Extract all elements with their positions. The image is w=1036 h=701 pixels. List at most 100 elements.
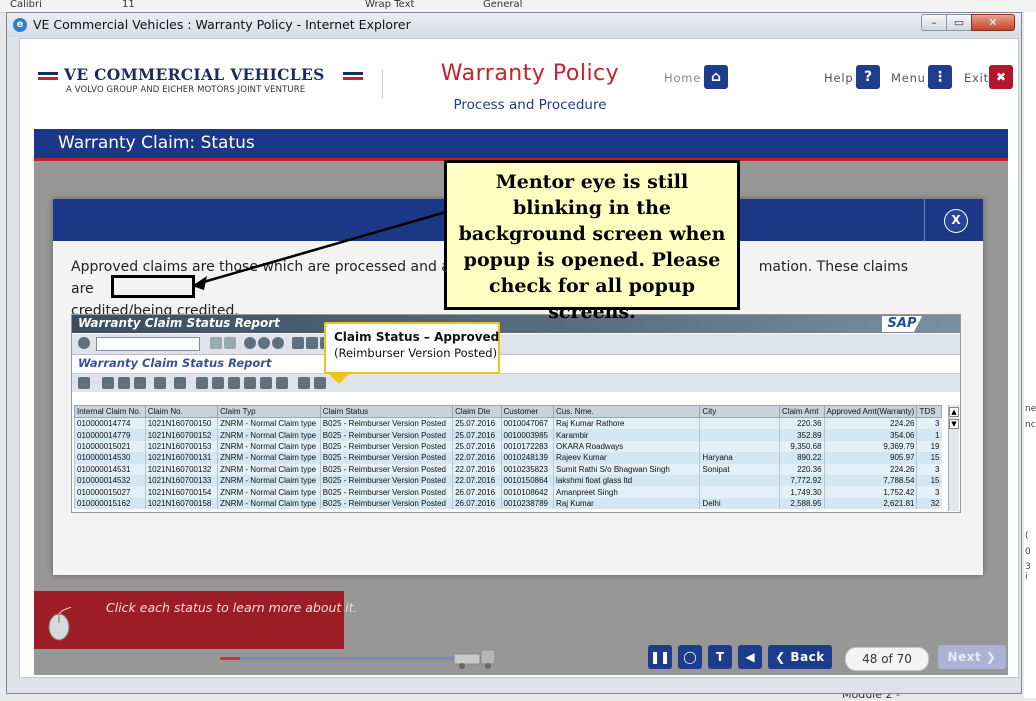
table-cell: 0010003985 [500,429,554,441]
table-row[interactable]: 010000014774 1021N160700150 ZNRM - Normal … [74,417,942,430]
table-cell: 010000014532 [74,474,146,487]
sap-export-icon[interactable] [212,377,224,389]
wrap-text-button[interactable]: Wrap Text [365,0,414,10]
comment-button[interactable]: ◯ [678,645,702,669]
table-cell: 1021N160700133 [144,474,218,487]
menu-label[interactable]: Menu [891,71,926,85]
sap-sum-icon[interactable] [154,377,166,389]
table-row[interactable]: 010000015162 1021N160700158 ZNRM - Normal … [74,497,942,510]
table-cell: OKARA Roadways [553,440,700,453]
sap-spreadsheet-icon[interactable] [244,377,256,389]
column-header[interactable]: Internal Claim No. [74,405,146,418]
edge-text: 3 i [1025,562,1031,582]
sap-enter-icon[interactable] [78,337,90,349]
table-row[interactable]: 010000014779 1021N160700152 ZNRM - Normal … [74,429,942,441]
sap-layout-icon[interactable] [298,377,310,389]
close-window-button[interactable]: ✕ [971,14,1015,31]
table-row[interactable]: 010000015021 1021N160700153 ZNRM - Normal … [74,440,942,453]
pause-button[interactable]: ❚❚ [648,645,672,669]
progress-scrubber[interactable] [220,652,485,666]
table-cell: 9,369.79 [823,440,917,453]
sap-exit-icon[interactable] [258,337,270,349]
column-header[interactable]: Claim Dte [452,405,502,418]
exit-label[interactable]: Exit [964,71,989,85]
truck-icon[interactable] [452,647,500,671]
home-icon[interactable]: ⌂ [704,65,728,89]
sap-filter-icon[interactable] [134,377,146,389]
sap-sort-asc-icon[interactable] [102,377,114,389]
home-label[interactable]: Home [664,71,701,85]
sap-subtotal-icon[interactable] [174,377,186,389]
scroll-up-icon[interactable]: ▲ [949,407,959,417]
header-divider [382,69,383,99]
help-icon[interactable]: ? [856,65,880,89]
table-cell: 2,621.81 [823,497,917,510]
edge-text: 0 [1025,547,1031,557]
table-cell: 7,772.92 [779,474,825,487]
column-header[interactable]: Approved Amt(Warranty) [823,405,918,418]
column-header[interactable]: Claim No. [144,405,219,418]
sap-word-icon[interactable] [228,377,240,389]
table-cell: 224.26 [823,463,917,475]
sap-choose-layout-icon[interactable] [314,377,326,389]
sap-print-preview-icon[interactable] [196,377,208,389]
sap-find-icon[interactable] [306,337,318,349]
back-button[interactable]: ❮ Back [768,645,832,669]
sap-command-field[interactable] [96,337,200,351]
sap-save-icon[interactable] [224,337,236,349]
sap-cancel-icon[interactable] [272,337,284,349]
table-cell: 890.22 [779,452,825,464]
table-cell: ZNRM - Normal Claim type [217,497,321,510]
popup-close-button[interactable]: X [944,209,968,233]
font-size-box[interactable]: 11 [122,0,135,10]
sap-nav-back-icon[interactable] [244,337,256,349]
scroll-down-icon[interactable]: ▼ [949,419,959,429]
exit-icon[interactable]: ✖ [989,65,1013,89]
review-annotation: Mentor eye is still blinking in the back… [444,160,740,323]
table-row[interactable]: 010000015027 1021N160700154 ZNRM - Normal … [74,486,942,498]
help-label[interactable]: Help [824,71,853,85]
minimize-button[interactable]: – [921,14,947,31]
table-scrollbar[interactable]: ▲ ▼ [948,405,959,511]
table-cell: B025 - Reimburser Version Posted [319,417,453,430]
font-name-box[interactable]: Calibri [10,0,42,10]
table-cell: 1 [916,429,942,441]
table-cell: 220.36 [779,463,825,475]
table-cell: 010000015027 [74,486,146,498]
window-titlebar[interactable]: e VE Commercial Vehicles : Warranty Poli… [7,13,1021,37]
column-header[interactable]: Customer [500,405,555,418]
transcript-button[interactable]: T [708,645,732,669]
table-row[interactable]: 010000014530 1021N160700131 ZNRM - Normal … [74,452,942,464]
sap-details-icon[interactable] [78,377,90,389]
column-header[interactable]: Claim Status [319,405,454,418]
table-cell: 352.89 [779,429,825,441]
menu-icon[interactable]: ⋮ [928,65,952,89]
brand-stripes-right-icon [343,72,363,80]
column-header[interactable]: TDS [916,405,942,418]
sap-sort-desc-icon[interactable] [118,377,130,389]
table-cell: B025 - Reimburser Version Posted [319,486,453,498]
table-row[interactable]: 010000014532 1021N160700133 ZNRM - Normal … [74,474,942,487]
sap-print-icon[interactable] [292,337,304,349]
table-row[interactable]: 010000014531 1021N160700132 ZNRM - Normal … [74,463,942,475]
column-header[interactable]: Claim Amt [779,405,825,418]
scrubber-track[interactable] [220,657,485,660]
audio-button[interactable]: ◀ [738,645,762,669]
column-header[interactable]: Cus. Nme. [553,405,701,418]
column-header[interactable]: Claim Typ [217,405,321,418]
table-cell: 010000014531 [74,463,146,475]
edge-text: ( [1025,531,1029,541]
sap-report-screenshot: Warranty Claim Status Report SAP Warrant… [71,314,961,513]
table-cell: B025 - Reimburser Version Posted [319,497,453,510]
sap-graphic-icon[interactable] [276,377,288,389]
sap-back-icon[interactable] [210,337,222,349]
sap-mail-icon[interactable] [260,377,272,389]
number-format-select[interactable]: General [483,0,522,10]
table-cell: 010000014779 [74,429,146,441]
column-header[interactable]: City [699,405,781,418]
sap-report-title: Warranty Claim Status Report [78,356,272,370]
next-button[interactable]: Next ❯ [938,645,1006,669]
maximize-button[interactable]: ▭ [946,14,972,31]
ie-window: e VE Commercial Vehicles : Warranty Poli… [6,12,1022,694]
callout-subtitle: (Reimburser Version Posted) [334,346,498,360]
